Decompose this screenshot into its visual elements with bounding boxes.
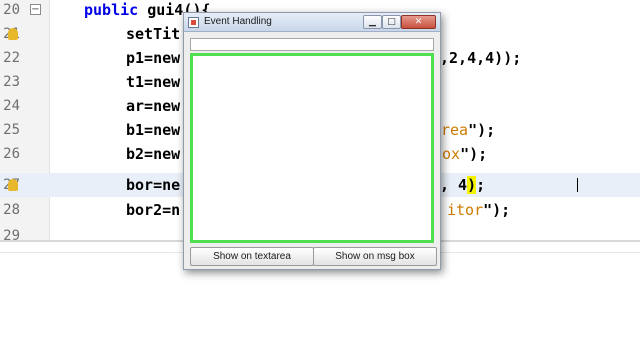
window-titlebar[interactable]: Event Handling ▁ □ ✕: [184, 13, 440, 32]
line-number: 25: [3, 122, 20, 138]
code-token: ");: [460, 145, 488, 163]
code-token: ");: [483, 201, 511, 219]
code-text: ar=new: [126, 97, 181, 115]
event-handling-window[interactable]: Event Handling ▁ □ ✕ Show on textarea Sh…: [183, 12, 441, 270]
code-tail: rea");: [441, 118, 495, 142]
code-text: p1=new: [126, 49, 181, 67]
line-number: 23: [3, 74, 20, 90]
code-token: ");: [468, 121, 496, 139]
code-tail: itor");: [447, 198, 510, 222]
window-content: [188, 36, 436, 243]
string-token: rea: [441, 121, 469, 139]
warning-marker-icon[interactable]: [8, 28, 18, 40]
line-number: 24: [3, 98, 20, 114]
warning-marker-icon[interactable]: [8, 179, 18, 191]
app-icon: [188, 17, 199, 28]
line-number: 28: [3, 202, 20, 218]
close-icon[interactable]: ✕: [401, 15, 436, 29]
string-token: itor: [447, 201, 484, 219]
code-text: bor2=n: [126, 201, 181, 219]
text-field[interactable]: [190, 38, 434, 51]
code-text: b1=new: [126, 121, 181, 139]
line-number: 26: [3, 146, 20, 162]
show-on-msg-box-button[interactable]: Show on msg box: [313, 247, 437, 266]
code-text: t1=new: [126, 73, 181, 91]
string-token: ox: [442, 145, 461, 163]
keyword-token: public: [84, 1, 148, 19]
matching-bracket: ): [467, 176, 477, 194]
code-tail: ox");: [442, 142, 487, 166]
text-area[interactable]: [190, 53, 434, 243]
code-text: setTit: [126, 25, 181, 43]
maximize-icon[interactable]: □: [382, 15, 401, 29]
code-token: , 4: [440, 176, 468, 194]
line-number: 22: [3, 50, 20, 66]
code-text: bor=ne: [126, 176, 181, 194]
show-on-textarea-button[interactable]: Show on textarea: [190, 247, 314, 266]
code-tail: ,2,4,4));: [440, 49, 522, 67]
text-cursor-icon: [577, 178, 579, 192]
window-title: Event Handling: [204, 16, 272, 27]
line-number: 20: [3, 2, 20, 18]
fold-toggle-icon[interactable]: −: [30, 4, 41, 15]
code-tail: , 4);: [440, 173, 485, 197]
code-text: b2=new: [126, 145, 181, 163]
code-token: ;: [476, 176, 486, 194]
minimize-icon[interactable]: ▁: [363, 15, 382, 29]
line-number: 29: [3, 228, 20, 240]
